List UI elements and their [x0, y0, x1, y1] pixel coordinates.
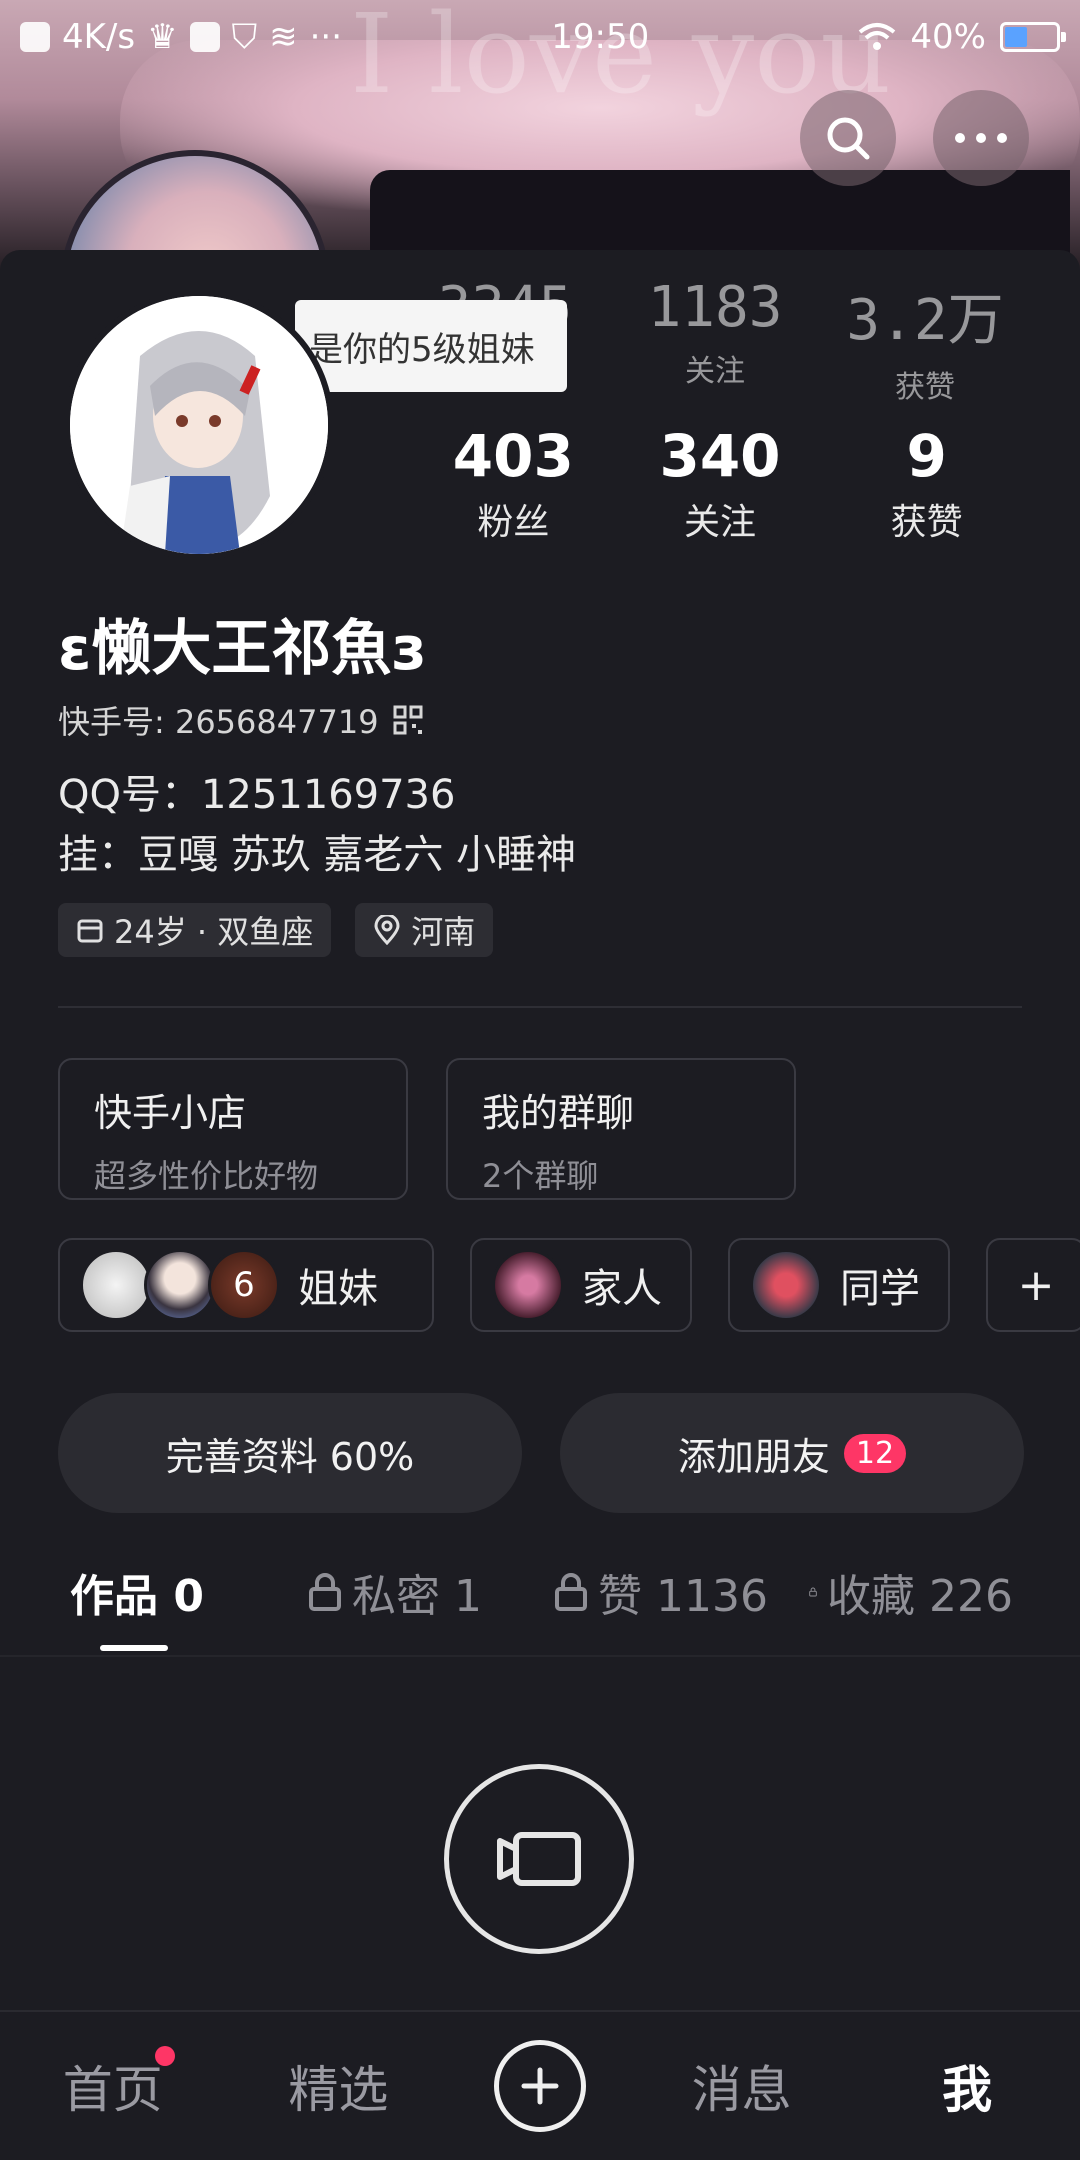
add-friends-label: 添加朋友 — [677, 1434, 830, 1479]
bottom-nav: 首页 精选 消息 我 — [0, 2010, 1080, 2160]
stats-row: 403 粉丝 340 关注 9 获赞 — [410, 422, 1030, 545]
status-time: 19:50 — [551, 17, 650, 57]
location-pin-icon — [374, 915, 400, 945]
tab-favorites[interactable]: 收藏 226 — [793, 1560, 1013, 1624]
avatar — [144, 1249, 216, 1321]
avatar — [492, 1249, 564, 1321]
create-button[interactable] — [493, 2040, 586, 2132]
nav-featured[interactable]: 精选 — [268, 2050, 408, 2122]
search-button[interactable] — [800, 90, 896, 186]
group-sisters[interactable]: 6 姐妹 — [58, 1238, 434, 1332]
location-chip: 河南 — [355, 903, 494, 957]
record-video-button[interactable] — [444, 1764, 634, 1954]
battery-percent: 40% — [910, 17, 986, 57]
search-icon — [827, 117, 870, 160]
shop-subtitle: 超多性价比好物 — [94, 1157, 319, 1195]
nav-home[interactable]: 首页 — [43, 2046, 183, 2122]
group-chat-subtitle: 2个群聊 — [482, 1157, 599, 1195]
status-bar: 4K/s ♛ ⛉ ≋ ··· 19:50 40% — [0, 0, 1080, 74]
divider — [58, 1006, 1022, 1008]
fans-count: 403 — [452, 422, 574, 490]
storage-icon: ≋ — [269, 17, 298, 57]
nickname: ε懒大王祁魚з — [58, 614, 427, 684]
nav-me[interactable]: 我 — [897, 2050, 1037, 2122]
bio-qq: QQ号：1251169736 — [58, 772, 456, 818]
group-label: 家人 — [582, 1266, 662, 1312]
add-friends-button[interactable]: 添加朋友 12 — [560, 1393, 1024, 1513]
close-box-icon — [20, 22, 50, 52]
kuaishou-id-row[interactable]: 快手号: 2656847719 — [58, 697, 423, 743]
following-count: 340 — [659, 422, 781, 490]
calendar-icon — [77, 919, 103, 943]
group-chat-title: 我的群聊 — [482, 1091, 635, 1135]
network-speed: 4K/s — [62, 17, 136, 57]
plus-icon — [521, 2067, 559, 2105]
bio-gua: 挂：豆嘎 苏玖 嘉老六 小睡神 — [58, 832, 577, 878]
stat-fans[interactable]: 403 粉丝 — [410, 422, 617, 545]
following-label: 关注 — [684, 501, 757, 543]
kuaishou-id: 快手号: 2656847719 — [58, 703, 379, 741]
stat-likes[interactable]: 9 获赞 — [823, 422, 1030, 545]
friend-groups: 6 姐妹 家人 同学 + — [58, 1238, 1080, 1332]
lock-icon — [809, 1587, 817, 1597]
add-friends-badge: 12 — [843, 1433, 907, 1473]
lock-icon — [309, 1573, 341, 1611]
tab-likes[interactable]: 赞 1136 — [538, 1560, 793, 1624]
action-buttons: 完善资料 60% 添加朋友 12 — [58, 1393, 1024, 1513]
age-chip: 24岁 · 双鱼座 — [58, 903, 332, 957]
sisters-avatars: 6 — [80, 1249, 280, 1321]
shield-icon: ⛉ — [231, 17, 258, 57]
qrcode-icon — [393, 705, 423, 735]
active-tab-indicator — [100, 1645, 168, 1651]
group-chat-card[interactable]: 我的群聊 2个群聊 — [446, 1058, 796, 1200]
avatar: 6 — [208, 1249, 280, 1321]
crown-icon: ♛ — [147, 17, 178, 57]
battery-icon — [1000, 22, 1066, 52]
avatar[interactable] — [64, 290, 334, 560]
avatar-illustration — [70, 296, 328, 554]
message-icon — [189, 22, 220, 52]
notification-dot — [154, 2046, 175, 2066]
more-icon — [955, 133, 1007, 143]
more-button[interactable] — [933, 90, 1029, 186]
age-text: 24岁 · 双鱼座 — [114, 913, 314, 951]
nav-messages[interactable]: 消息 — [672, 2050, 812, 2122]
info-chips: 24岁 · 双鱼座 河南 — [58, 903, 494, 957]
group-label: 姐妹 — [298, 1266, 378, 1312]
fans-label: 粉丝 — [477, 501, 550, 543]
complete-profile-label: 完善资料 60% — [165, 1434, 415, 1479]
more-dots-icon: ··· — [309, 17, 343, 57]
content-tabs: 作品 0 私密 1 赞 1136 收藏 226 — [58, 1560, 1080, 1624]
group-classmates[interactable]: 同学 — [728, 1238, 950, 1332]
avatar — [80, 1249, 152, 1321]
avatar — [750, 1249, 822, 1321]
group-label: 同学 — [840, 1266, 920, 1312]
likes-count: 9 — [906, 422, 947, 490]
group-family[interactable]: 家人 — [470, 1238, 692, 1332]
tab-works[interactable]: 作品 0 — [58, 1560, 288, 1624]
relation-tooltip: 是你的5级姐妹 — [295, 300, 567, 392]
likes-label: 获赞 — [890, 501, 963, 543]
stat-following[interactable]: 340 关注 — [617, 422, 824, 545]
video-camera-icon — [497, 1832, 581, 1886]
complete-profile-button[interactable]: 完善资料 60% — [58, 1393, 522, 1513]
lock-icon — [555, 1573, 587, 1611]
add-group-button[interactable]: + — [986, 1238, 1080, 1332]
plus-icon: + — [1017, 1259, 1055, 1311]
location-text: 河南 — [411, 913, 476, 951]
tab-private[interactable]: 私密 1 — [288, 1560, 538, 1624]
shop-card[interactable]: 快手小店 超多性价比好物 — [58, 1058, 408, 1200]
wifi-icon — [859, 23, 896, 50]
shop-title: 快手小店 — [94, 1091, 247, 1135]
shortcut-cards: 快手小店 超多性价比好物 我的群聊 2个群聊 — [58, 1058, 796, 1200]
tab-divider — [0, 1655, 1080, 1657]
